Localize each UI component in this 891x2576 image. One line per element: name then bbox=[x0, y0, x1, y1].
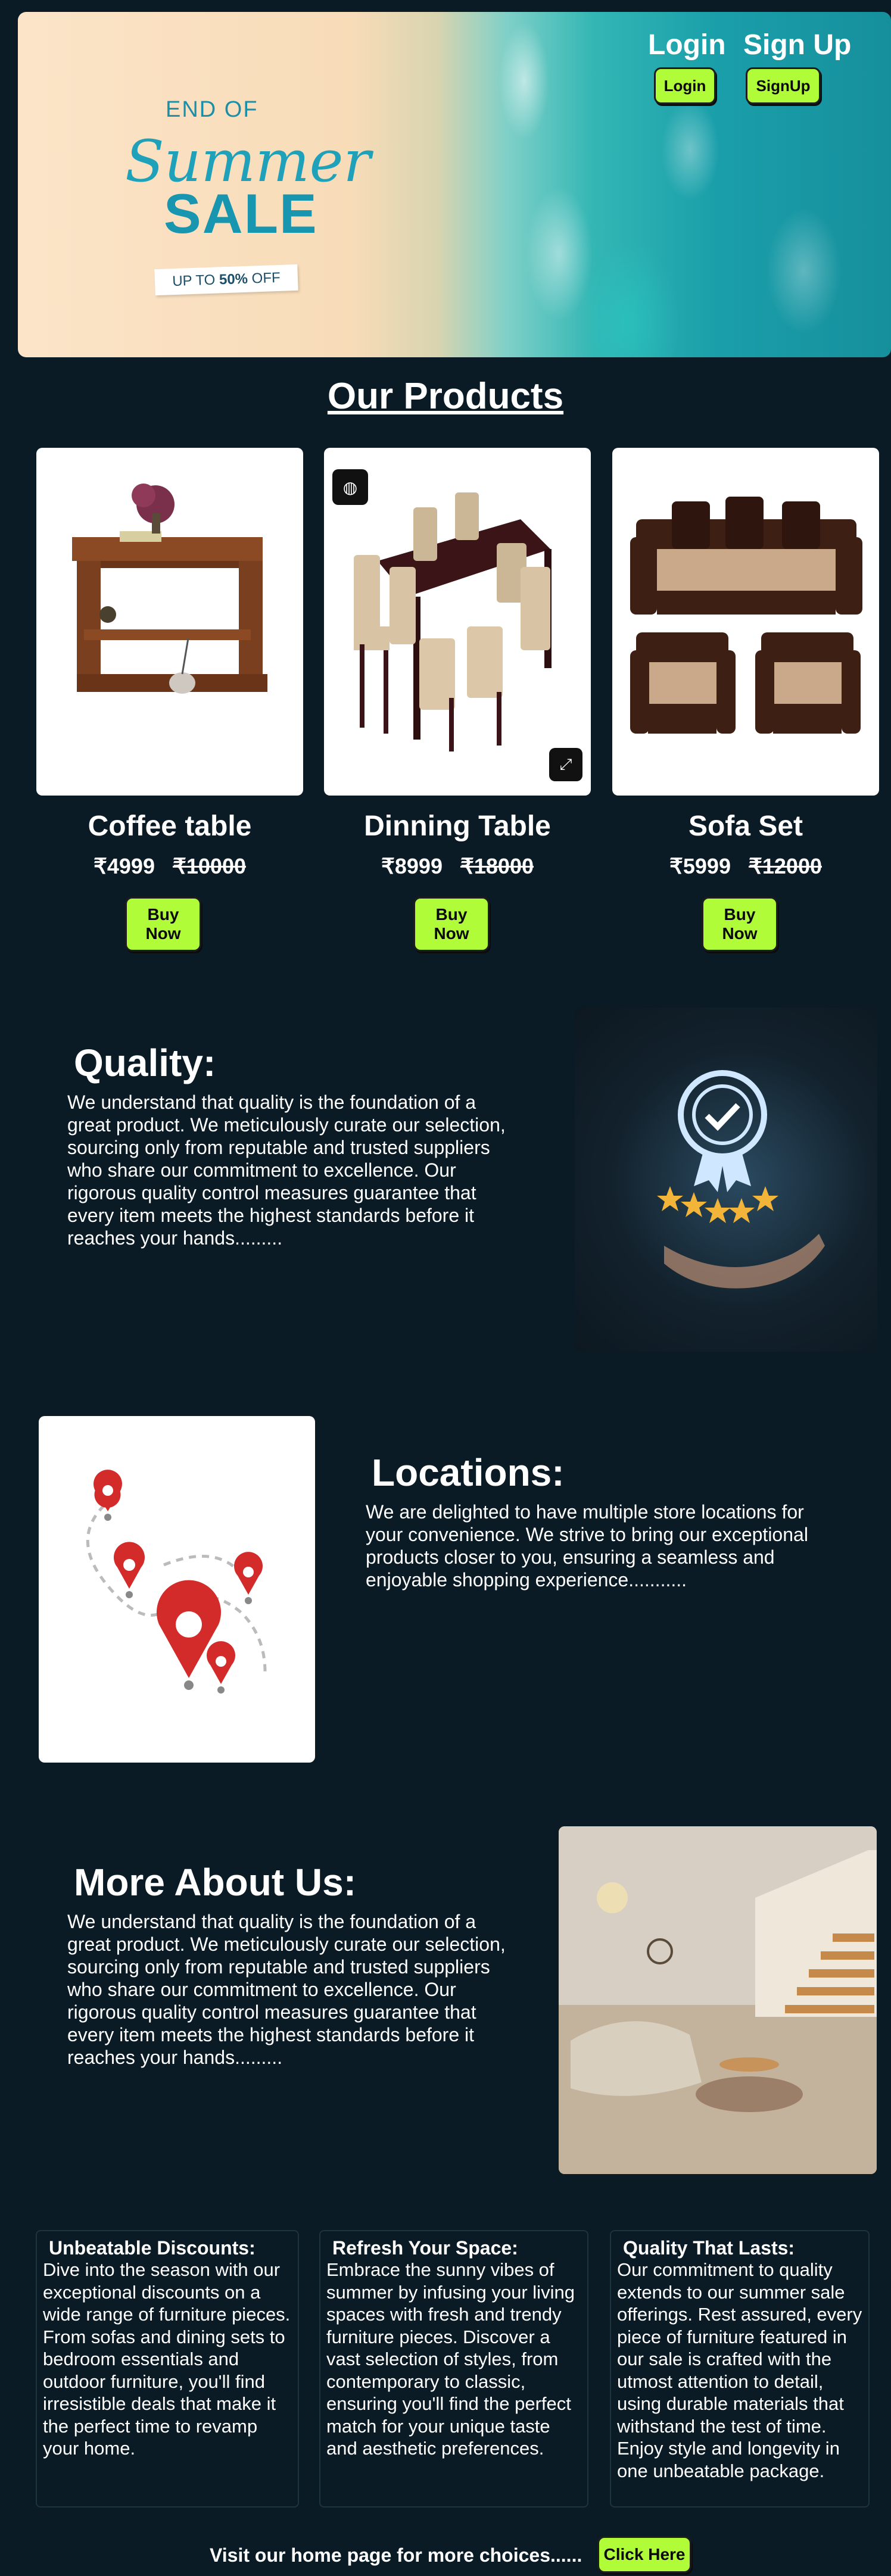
award-badge-icon bbox=[657, 1070, 825, 1289]
login-link[interactable]: Login bbox=[648, 29, 726, 61]
promo-end-of: END OF bbox=[166, 97, 258, 122]
about-heading: More About Us: bbox=[74, 1861, 357, 1904]
sale-price: ₹5999 bbox=[669, 854, 731, 878]
product-name: Coffee table bbox=[88, 810, 252, 842]
promo-off-suffix: OFF bbox=[251, 269, 281, 287]
locations-text: We are delighted to have multiple store … bbox=[366, 1501, 808, 1590]
login-button[interactable]: Login bbox=[654, 67, 716, 104]
click-here-button[interactable]: Click Here bbox=[597, 2536, 691, 2573]
feature-text: Our commitment to quality extends to our… bbox=[617, 2259, 862, 2481]
about-text: We understand that quality is the founda… bbox=[67, 1911, 506, 2068]
quality-text: We understand that quality is the founda… bbox=[67, 1091, 506, 1249]
product-price: ₹4999 ₹10000 bbox=[36, 854, 303, 879]
promo-off-value: 50% bbox=[219, 270, 248, 288]
quality-badge-image bbox=[575, 1008, 877, 1352]
feature-text: Dive into the season with our exceptiona… bbox=[43, 2259, 291, 2459]
product-card-dining-table[interactable]: ◍ ⤢ bbox=[324, 448, 591, 796]
locations-map-image bbox=[39, 1416, 315, 1763]
feature-title: Refresh Your Space: bbox=[332, 2237, 518, 2259]
living-room-graphic bbox=[559, 1826, 877, 2174]
promo-sale: SALE bbox=[164, 182, 318, 245]
feature-title: Unbeatable Discounts: bbox=[49, 2237, 256, 2259]
buy-now-button[interactable]: Buy Now bbox=[413, 897, 490, 952]
coffee-table-image bbox=[72, 484, 267, 694]
feature-card-discounts: Unbeatable Discounts: Dive into the seas… bbox=[36, 2230, 299, 2508]
sale-price: ₹8999 bbox=[381, 854, 443, 878]
feature-card-refresh: Refresh Your Space: Embrace the sunny vi… bbox=[319, 2230, 588, 2508]
feature-title: Quality That Lasts: bbox=[623, 2237, 795, 2259]
hero-banner: END OF Summer SALE UP TO 50% OFF Login S… bbox=[18, 12, 891, 357]
product-name: Dinning Table bbox=[364, 810, 551, 842]
feature-text: Embrace the sunny vibes of summer by inf… bbox=[326, 2259, 575, 2459]
product-card-coffee-table[interactable] bbox=[36, 448, 303, 796]
product-price: ₹5999 ₹12000 bbox=[612, 854, 879, 879]
sale-price: ₹4999 bbox=[93, 854, 155, 878]
product-name: Sofa Set bbox=[688, 810, 803, 842]
signup-button[interactable]: SignUp bbox=[746, 67, 821, 104]
locations-heading: Locations: bbox=[372, 1451, 565, 1494]
original-price: ₹10000 bbox=[172, 854, 246, 878]
products-heading: Our Products bbox=[327, 376, 564, 417]
original-price: ₹12000 bbox=[748, 854, 822, 878]
product-price: ₹8999 ₹18000 bbox=[324, 854, 591, 879]
rotate-view-icon[interactable]: ◍ bbox=[332, 469, 368, 505]
buy-now-button[interactable]: Buy Now bbox=[125, 897, 201, 952]
quality-heading: Quality: bbox=[74, 1041, 216, 1084]
promo-off-prefix: UP TO bbox=[172, 272, 216, 290]
product-card-sofa-set[interactable] bbox=[612, 448, 879, 796]
buy-now-button[interactable]: Buy Now bbox=[702, 897, 778, 952]
expand-icon[interactable]: ⤢ bbox=[549, 748, 582, 781]
interior-image bbox=[559, 1826, 877, 2174]
original-price: ₹18000 bbox=[460, 854, 534, 878]
sofa-set-image bbox=[630, 497, 862, 734]
map-pin-icon bbox=[86, 1470, 267, 1694]
feature-card-quality: Quality That Lasts: Our commitment to qu… bbox=[610, 2230, 870, 2508]
signup-link[interactable]: Sign Up bbox=[743, 29, 851, 61]
promo-discount-tag: UP TO 50% OFF bbox=[154, 264, 298, 296]
footer-text: Visit our home page for more choices....… bbox=[210, 2544, 582, 2566]
